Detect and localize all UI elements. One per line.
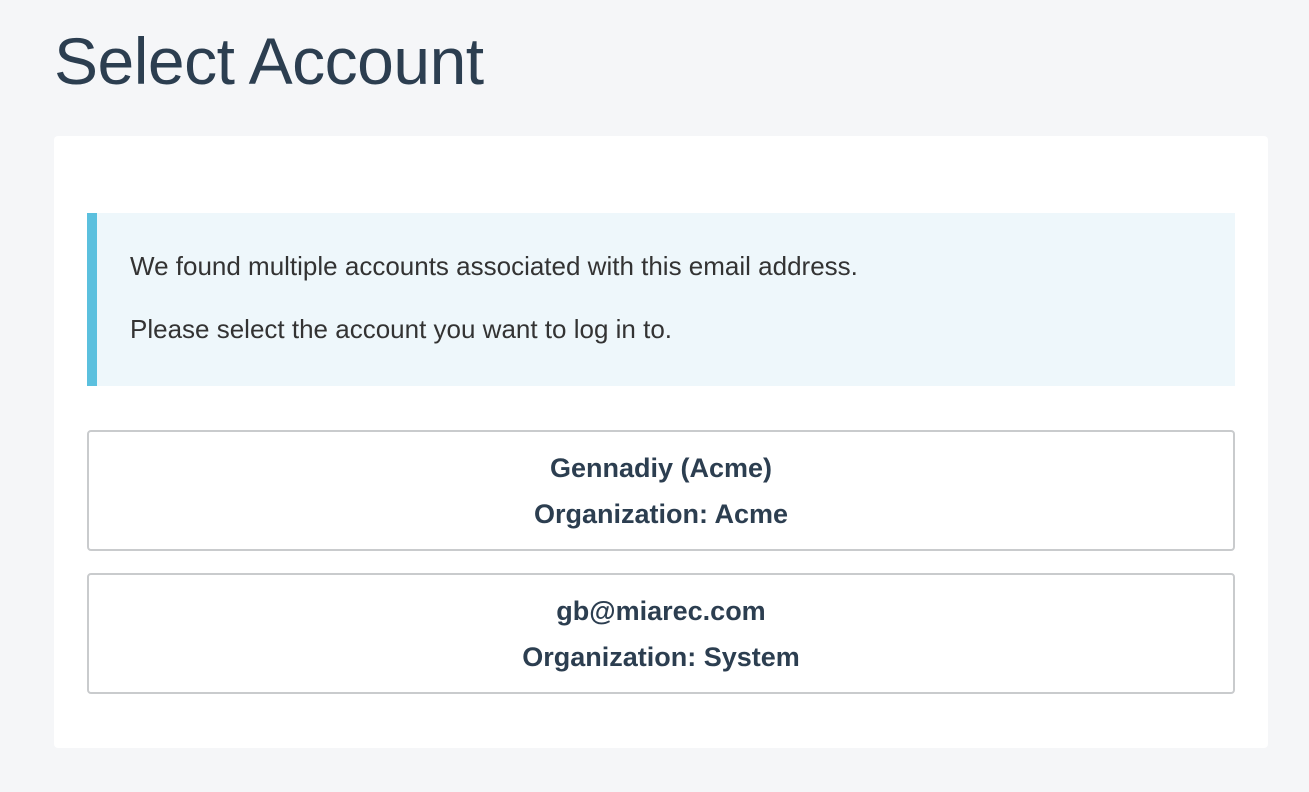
account-organization: Organization: Acme [533, 498, 789, 529]
account-name: gb@miarec.com [556, 595, 766, 626]
info-alert: We found multiple accounts associated wi… [87, 213, 1235, 386]
account-option-gb-miarec[interactable]: gb@miarec.com Organization: System [87, 573, 1235, 694]
account-name: Gennadiy (Acme) [549, 452, 773, 483]
account-selection-panel: We found multiple accounts associated wi… [54, 136, 1268, 748]
page-title: Select Account [54, 24, 484, 98]
account-option-gennadiy[interactable]: Gennadiy (Acme) Organization: Acme [87, 430, 1235, 551]
alert-message-line2: Please select the account you want to lo… [130, 314, 673, 345]
alert-message-line1: We found multiple accounts associated wi… [130, 251, 858, 281]
account-organization: Organization: System [522, 641, 800, 672]
